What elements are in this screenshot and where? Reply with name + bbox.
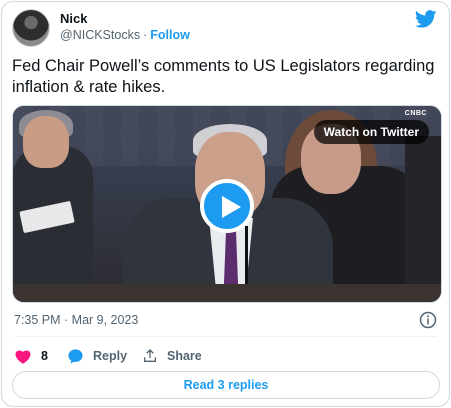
left-person-face <box>23 116 69 168</box>
share-icon <box>144 349 156 362</box>
video-player[interactable]: CNBC Watch on Twitter <box>12 105 442 303</box>
separator-dot: · <box>143 28 148 42</box>
like-button[interactable]: 8 <box>14 346 48 366</box>
far-right-person <box>405 136 441 302</box>
follow-button[interactable]: Follow <box>150 28 190 42</box>
twitter-bird-icon[interactable] <box>415 10 437 28</box>
author-handle[interactable]: @NICKStocks <box>60 28 140 42</box>
heart-icon <box>15 350 31 364</box>
share-label: Share <box>167 349 202 363</box>
divider <box>14 336 437 337</box>
tweet-text: Fed Chair Powell’s comments to US Legisl… <box>12 57 435 96</box>
author-name[interactable]: Nick <box>60 11 87 26</box>
watch-on-twitter-button[interactable]: Watch on Twitter <box>313 120 429 144</box>
tweet-card: Nick @NICKStocks · Follow Fed Chair Powell… <box>1 1 450 407</box>
read-replies-button[interactable]: Read 3 replies <box>12 371 440 399</box>
tweet-timestamp[interactable]: 7:35 PM · Mar 9, 2023 <box>14 313 138 327</box>
channel-logo: CNBC <box>404 110 427 117</box>
reply-label: Reply <box>93 349 128 363</box>
reply-button[interactable]: Reply <box>67 346 127 366</box>
like-count: 8 <box>41 349 48 363</box>
play-icon <box>222 196 241 218</box>
info-icon[interactable] <box>419 311 437 329</box>
reply-bubble-icon <box>68 348 83 364</box>
avatar[interactable] <box>12 9 50 47</box>
play-button[interactable] <box>200 179 254 233</box>
share-button[interactable]: Share <box>142 346 202 366</box>
handle-row: @NICKStocks · Follow <box>60 28 190 42</box>
desk <box>13 284 441 302</box>
